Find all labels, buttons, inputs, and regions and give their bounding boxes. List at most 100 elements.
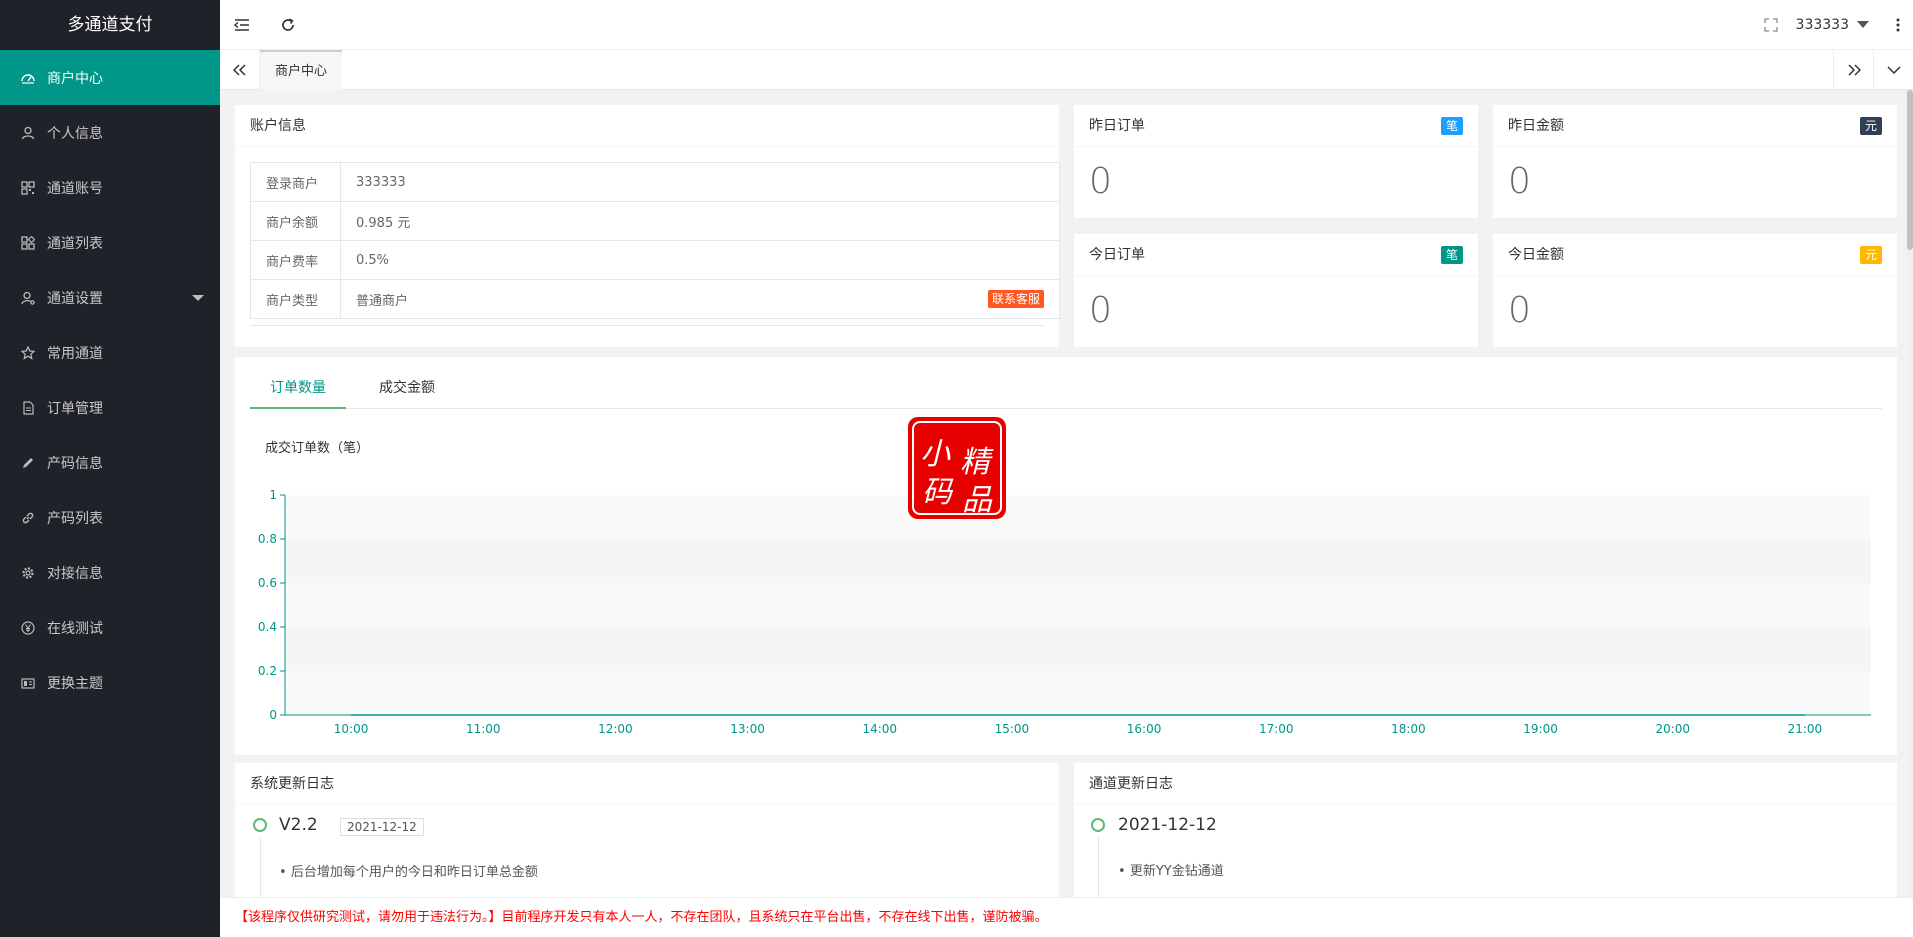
table-row: 登录商户 333333 <box>250 162 1060 202</box>
sidebar-item-channel-list[interactable]: 通道列表 <box>0 215 220 270</box>
card-title: 通道更新日志 <box>1074 763 1897 805</box>
grid-icon <box>20 180 36 196</box>
caret-down-icon <box>1857 21 1869 28</box>
theme-icon <box>20 675 36 691</box>
stat-value: 0 <box>1089 161 1112 202</box>
stat-card-yesterday-amount: 昨日金额 元 0 <box>1493 105 1897 218</box>
x-tick-label: 16:00 <box>1127 722 1162 736</box>
table-key: 商户余额 <box>250 201 341 241</box>
card-title: 账户信息 <box>235 105 1059 147</box>
sidebar-item-label: 通道账号 <box>47 180 103 197</box>
table-value: 普通商户 联系客服 <box>340 279 1060 319</box>
sidebar-item-merchant-center[interactable]: 商户中心 <box>0 50 220 105</box>
log-date: 2021-12-12 <box>1118 815 1217 835</box>
username: 333333 <box>1795 17 1849 33</box>
x-tick-label: 20:00 <box>1655 722 1690 736</box>
x-tick-label: 14:00 <box>862 722 897 736</box>
system-log-card: 系统更新日志 V2.2 2021-12-12 • 后台增加每个用户的今日和昨日订… <box>235 763 1059 897</box>
x-tick-label: 10:00 <box>334 722 369 736</box>
page-tabs-bar: 商户中心 <box>220 50 1913 90</box>
sidebar: 多通道支付 商户中心 个人信息 通道账号 通道列表 通道设置 常用通道 订单管理… <box>0 0 220 937</box>
user-settings-icon <box>20 290 36 306</box>
chart-band <box>285 671 1871 715</box>
fullscreen-button[interactable] <box>1749 0 1793 50</box>
table-key: 商户费率 <box>250 240 341 280</box>
y-tick-label: 0.8 <box>258 532 277 546</box>
sidebar-item-label: 产码列表 <box>47 510 103 527</box>
more-button[interactable] <box>1889 0 1907 50</box>
sidebar-item-label: 订单管理 <box>47 400 103 417</box>
timeline-dot-icon <box>1091 818 1105 832</box>
stat-card-header: 今日金额 元 <box>1493 234 1897 276</box>
sidebar-item-order-management[interactable]: 订单管理 <box>0 380 220 435</box>
user-menu[interactable]: 333333 <box>1796 0 1871 50</box>
tabs-scroll-right-button[interactable] <box>1833 50 1873 90</box>
sidebar-item-profile[interactable]: 个人信息 <box>0 105 220 160</box>
top-header: 333333 <box>220 0 1913 50</box>
stat-value: 0 <box>1508 290 1531 331</box>
refresh-button[interactable] <box>266 0 310 50</box>
table-value: 0.985 元 <box>340 201 1060 241</box>
refresh-icon <box>282 18 294 31</box>
svg-text:品: 品 <box>962 483 993 518</box>
sidebar-item-label: 在线测试 <box>47 620 103 637</box>
merchant-type-value: 普通商户 <box>356 293 409 309</box>
x-tick-label: 12:00 <box>598 722 633 736</box>
star-icon <box>20 345 36 361</box>
sidebar-item-online-test[interactable]: 在线测试 <box>0 600 220 655</box>
page-scrollbar[interactable] <box>1907 90 1913 897</box>
contact-support-button[interactable]: 联系客服 <box>987 289 1044 308</box>
gear-icon <box>20 565 36 581</box>
table-row: 商户余额 0.985 元 <box>250 201 1060 241</box>
fullscreen-icon <box>1764 18 1778 32</box>
y-tick-label: 0.4 <box>258 620 277 634</box>
table-key: 登录商户 <box>250 162 341 202</box>
svg-text:小: 小 <box>920 437 951 472</box>
list-item: • 更新YY金钻通道 <box>1118 864 1224 879</box>
sidebar-item-code-info[interactable]: 产码信息 <box>0 435 220 490</box>
link-icon <box>20 510 36 526</box>
tabs-menu-button[interactable] <box>1873 50 1913 90</box>
tabs-scroll-left-button[interactable] <box>220 50 260 90</box>
stat-card-header: 今日订单 笔 <box>1074 234 1478 276</box>
sidebar-item-code-list[interactable]: 产码列表 <box>0 490 220 545</box>
stat-card-yesterday-orders: 昨日订单 笔 0 <box>1074 105 1478 218</box>
stat-badge: 元 <box>1859 246 1882 264</box>
app-logo-title: 多通道支付 <box>0 0 220 50</box>
divider <box>250 325 1044 326</box>
sidebar-item-channel-account[interactable]: 通道账号 <box>0 160 220 215</box>
stat-badge: 元 <box>1859 117 1882 135</box>
y-tick-label: 0 <box>269 708 277 722</box>
stat-value: 0 <box>1089 290 1112 331</box>
table-value: 0.5% <box>340 240 1060 280</box>
svg-text:精: 精 <box>960 445 994 480</box>
sidebar-item-integration-info[interactable]: 对接信息 <box>0 545 220 600</box>
menu-toggle-button[interactable] <box>220 0 264 50</box>
stat-value: 0 <box>1508 161 1531 202</box>
sidebar-item-change-theme[interactable]: 更换主题 <box>0 655 220 710</box>
tab-merchant-center[interactable]: 商户中心 <box>260 50 343 90</box>
x-tick-label: 19:00 <box>1523 722 1558 736</box>
stat-card-today-amount: 今日金额 元 0 <box>1493 234 1897 347</box>
sidebar-item-label: 通道列表 <box>47 235 103 252</box>
x-tick-label: 21:00 <box>1788 722 1823 736</box>
account-info-card: 账户信息 登录商户 333333 商户余额 0.985 元 商户费率 0.5% … <box>235 105 1060 347</box>
scrollbar-thumb[interactable] <box>1907 90 1913 250</box>
x-tick-label: 15:00 <box>995 722 1030 736</box>
log-item-text: 后台增加每个用户的今日和昨日订单总金额 <box>290 865 538 880</box>
menu-fold-icon <box>234 19 249 31</box>
stat-title: 昨日金额 <box>1508 118 1564 134</box>
stat-card-header: 昨日金额 元 <box>1493 105 1897 147</box>
sidebar-item-favorite-channels[interactable]: 常用通道 <box>0 325 220 380</box>
chevron-down-icon <box>192 295 204 301</box>
sidebar-item-channel-settings[interactable]: 通道设置 <box>0 270 220 325</box>
watermark-stamp: 小 精 码 品 <box>905 414 1009 522</box>
account-info-table: 登录商户 333333 商户余额 0.985 元 商户费率 0.5% 商户类型 … <box>250 162 1060 319</box>
x-tick-label: 13:00 <box>730 722 765 736</box>
table-row: 商户类型 普通商户 联系客服 <box>250 279 1060 319</box>
y-tick-label: 0.2 <box>258 664 277 678</box>
version-label: V2.2 <box>279 815 318 835</box>
channel-log-card: 通道更新日志 2021-12-12 • 更新YY金钻通道 <box>1074 763 1897 897</box>
seal-logo-icon: 小 精 码 品 <box>908 417 1006 519</box>
sidebar-item-label: 通道设置 <box>47 290 103 307</box>
